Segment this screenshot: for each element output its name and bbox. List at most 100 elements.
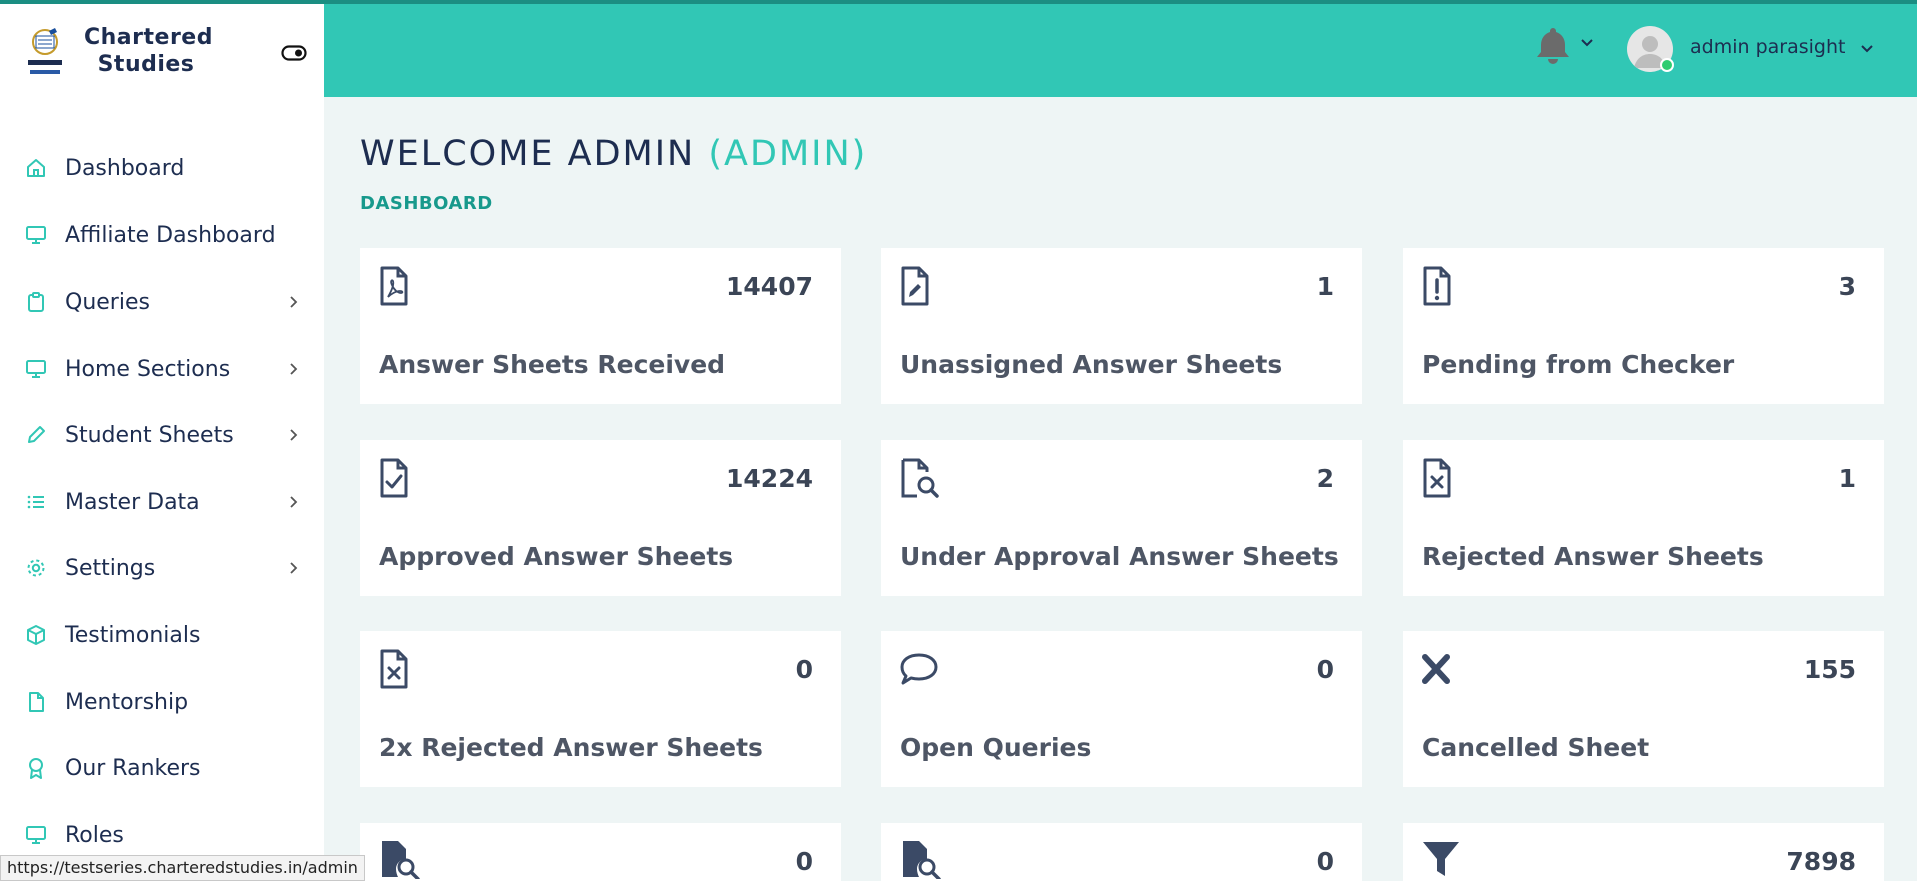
sidebar-toggle-icon[interactable]	[281, 45, 307, 61]
list-icon	[27, 495, 44, 509]
stat-card-pending-from-checker[interactable]: 3 Pending from Checker	[1403, 248, 1884, 404]
brand-name-line1: Chartered	[84, 25, 213, 50]
chevron-right-icon	[290, 429, 298, 441]
sidebar-item-label: Student Sheets	[65, 422, 234, 448]
brand-block: Chartered Studies	[0, 4, 324, 97]
stat-label: Approved Answer Sheets	[379, 542, 734, 571]
clipboard-icon	[28, 292, 44, 312]
role-label: (ADMIN)	[708, 134, 868, 174]
stat-label: 2x Rejected Answer Sheets	[379, 733, 763, 762]
stat-value: 7898	[1786, 847, 1856, 876]
stat-value: 14224	[726, 464, 813, 493]
filter-icon	[1423, 842, 1459, 876]
chat-bubble-icon	[900, 653, 938, 685]
brand-name[interactable]: Chartered Studies	[84, 24, 213, 78]
stat-value: 0	[1316, 847, 1334, 876]
sidebar-item-label: Mentorship	[65, 689, 189, 715]
stat-label: Cancelled Sheet	[1422, 733, 1650, 762]
stat-card-cancelled-sheet[interactable]: 155 Cancelled Sheet	[1403, 631, 1884, 787]
file-check-icon	[380, 458, 408, 498]
file-search-solid-icon	[382, 841, 420, 879]
stat-value: 155	[1803, 655, 1856, 684]
sidebar-item-label: Testimonials	[65, 622, 201, 648]
user-menu-chevron-icon[interactable]	[1860, 42, 1874, 56]
file-pdf-icon	[380, 266, 408, 306]
document-icon	[29, 692, 44, 712]
sidebar-item-label: Settings	[65, 555, 156, 581]
page-title: WELCOME ADMIN (ADMIN)	[360, 134, 867, 174]
sidebar-item-testimonials[interactable]: Testimonials	[0, 610, 324, 660]
sidebar-item-roles[interactable]: Roles	[0, 810, 324, 860]
user-name[interactable]: admin parasight	[1690, 36, 1845, 58]
stat-card-open-queries[interactable]: 0 Open Queries	[881, 631, 1362, 787]
stat-value: 3	[1838, 272, 1856, 301]
pencil-icon	[28, 426, 45, 443]
stat-card-row4-1[interactable]: 0	[360, 823, 841, 881]
box-icon	[27, 625, 45, 645]
sidebar-item-home-sections[interactable]: Home Sections	[0, 344, 324, 394]
brand-name-line2: Studies	[97, 52, 195, 77]
monitor-icon	[26, 826, 46, 844]
monitor-icon	[26, 226, 46, 244]
stat-label: Open Queries	[900, 733, 1092, 762]
chevron-down-icon[interactable]	[1580, 36, 1594, 50]
stat-card-answer-sheets-received[interactable]: 14407 Answer Sheets Received	[360, 248, 841, 404]
stat-card-rejected-answer-sheets[interactable]: 1 Rejected Answer Sheets	[1403, 440, 1884, 596]
sidebar-item-label: Master Data	[65, 489, 200, 515]
sidebar-item-label: Dashboard	[65, 155, 185, 181]
browser-status-url: https://testseries.charteredstudies.in/a…	[0, 855, 365, 881]
sidebar: Dashboard Affiliate Dashboard Queries Ho…	[0, 97, 324, 881]
file-x-icon	[380, 649, 408, 689]
stat-value: 14407	[726, 272, 813, 301]
stat-card-2x-rejected-answer-sheets[interactable]: 0 2x Rejected Answer Sheets	[360, 631, 841, 787]
stat-label: Under Approval Answer Sheets	[900, 542, 1339, 571]
sidebar-item-label: Our Rankers	[65, 755, 201, 781]
monitor-icon	[26, 360, 46, 378]
chevron-right-icon	[290, 296, 298, 308]
chevron-right-icon	[290, 496, 298, 508]
top-header-bar	[324, 4, 1917, 97]
stat-label: Answer Sheets Received	[379, 350, 726, 379]
stat-card-approved-answer-sheets[interactable]: 14224 Approved Answer Sheets	[360, 440, 841, 596]
welcome-text: WELCOME ADMIN	[360, 134, 696, 174]
stat-card-row4-2[interactable]: 0	[881, 823, 1362, 881]
sidebar-item-dashboard[interactable]: Dashboard	[0, 143, 324, 193]
stat-label: Rejected Answer Sheets	[1422, 542, 1764, 571]
sidebar-item-our-rankers[interactable]: Our Rankers	[0, 743, 324, 793]
stat-label: Pending from Checker	[1422, 350, 1735, 379]
stat-value: 0	[795, 847, 813, 876]
notification-bell-icon[interactable]	[1536, 26, 1570, 64]
sidebar-item-label: Roles	[65, 822, 124, 848]
sidebar-item-label: Home Sections	[65, 356, 231, 382]
sidebar-item-student-sheets[interactable]: Student Sheets	[0, 410, 324, 460]
file-edit-icon	[901, 266, 929, 306]
stat-label: Unassigned Answer Sheets	[900, 350, 1283, 379]
sidebar-item-queries[interactable]: Queries	[0, 277, 324, 327]
online-status-indicator	[1660, 58, 1674, 72]
chevron-right-icon	[290, 562, 298, 574]
sidebar-item-mentorship[interactable]: Mentorship	[0, 677, 324, 727]
award-icon	[29, 758, 43, 779]
file-search-solid-icon	[903, 841, 941, 879]
sidebar-item-settings[interactable]: Settings	[0, 543, 324, 593]
stat-value: 1	[1316, 272, 1334, 301]
chevron-right-icon	[290, 363, 298, 375]
x-mark-icon	[1422, 654, 1450, 684]
stat-card-unassigned-answer-sheets[interactable]: 1 Unassigned Answer Sheets	[881, 248, 1362, 404]
file-x-icon	[1423, 458, 1451, 498]
sidebar-item-label: Affiliate Dashboard	[65, 222, 276, 248]
file-search-icon	[901, 458, 939, 498]
logo-icon[interactable]	[22, 26, 68, 78]
gear-icon	[27, 559, 45, 577]
file-exclamation-icon	[1423, 266, 1451, 306]
sidebar-item-label: Queries	[65, 289, 150, 315]
stat-card-under-approval-answer-sheets[interactable]: 2 Under Approval Answer Sheets	[881, 440, 1362, 596]
sidebar-item-affiliate-dashboard[interactable]: Affiliate Dashboard	[0, 210, 324, 260]
home-icon	[27, 159, 45, 177]
stat-card-row4-3[interactable]: 7898	[1403, 823, 1884, 881]
stat-value: 0	[1316, 655, 1334, 684]
stat-value: 2	[1316, 464, 1334, 493]
sidebar-item-master-data[interactable]: Master Data	[0, 477, 324, 527]
breadcrumb[interactable]: DASHBOARD	[360, 193, 493, 214]
stat-value: 0	[795, 655, 813, 684]
